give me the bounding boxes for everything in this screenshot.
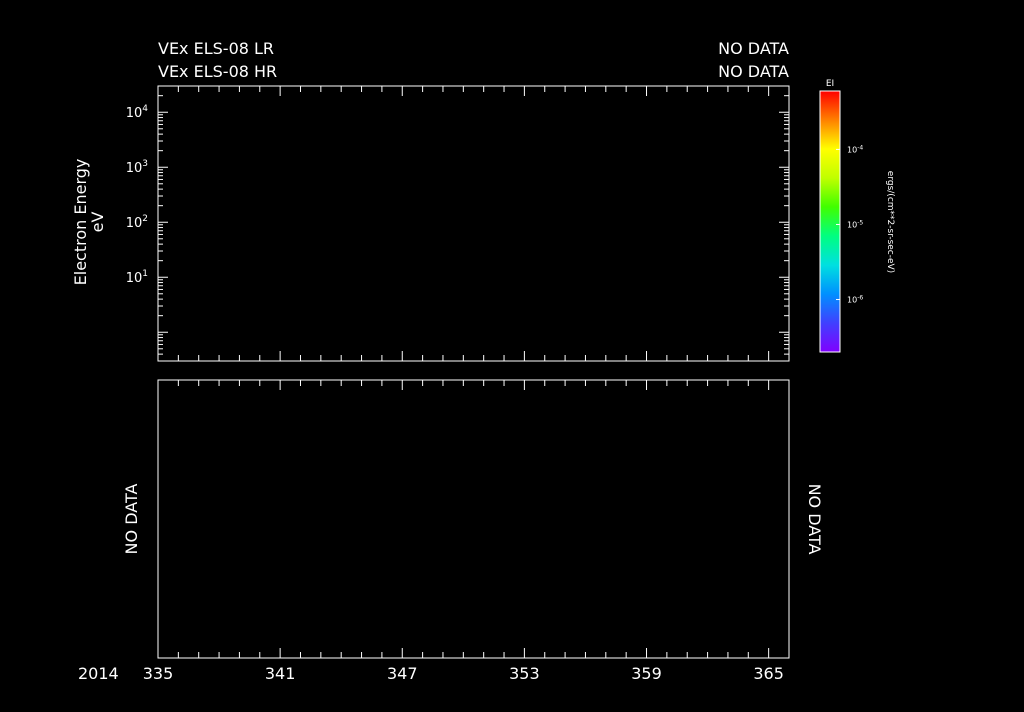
bottom-left-status: NO DATA: [122, 484, 141, 555]
colorbar-label: ergs/(cm**2-sr-sec-eV): [885, 171, 895, 273]
year-label: 2014: [78, 664, 119, 683]
hr-status-label: NO DATA: [718, 62, 789, 81]
colorbar: [819, 90, 841, 353]
hr-instrument-label: VEx ELS-08 HR: [158, 62, 277, 81]
x-tick-label: 347: [387, 664, 418, 683]
lr-status-label: NO DATA: [718, 39, 789, 58]
top-panel-frame: [157, 85, 790, 362]
y-tick-label: 103: [126, 159, 148, 176]
x-tick-label: 359: [631, 664, 662, 683]
x-tick-label: 341: [265, 664, 296, 683]
figure-svg: VEx ELS-08 LR VEx ELS-08 HR NO DATA NO D…: [71, 39, 895, 683]
y-tick-label: 101: [126, 269, 148, 286]
x-tick-label: 365: [753, 664, 784, 683]
bottom-right-status: NO DATA: [805, 484, 824, 555]
top-panel-y-ticks: 104 103 102 101: [126, 85, 789, 362]
bottom-panel-frame: [157, 379, 790, 659]
colorbar-tick-label: 10-6: [847, 295, 863, 305]
bottom-panel-ticks: [177, 380, 770, 658]
colorbar-tick-label: 10-4: [847, 144, 863, 154]
top-panel-ticks: [177, 86, 770, 361]
top-panel-ylabel-unit: eV: [88, 212, 107, 233]
y-tick-label: 102: [126, 214, 148, 231]
y-tick-label: 104: [126, 104, 149, 121]
x-tick-label: 335: [143, 664, 174, 683]
lr-instrument-label: VEx ELS-08 LR: [158, 39, 274, 58]
colorbar-title: EI: [826, 79, 834, 89]
colorbar-tick-label: 10-5: [847, 219, 863, 229]
x-tick-label: 353: [509, 664, 540, 683]
x-tick-labels: 335 341 347 353 359 365: [143, 664, 784, 683]
plot-figure: VEx ELS-08 LR VEx ELS-08 HR NO DATA NO D…: [0, 0, 1024, 708]
